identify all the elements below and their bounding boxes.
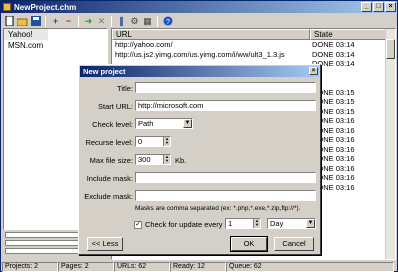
new-icon[interactable] bbox=[4, 16, 15, 27]
url-cell: http://us.js2.yimg.com/us.yimg.com/i/ww/… bbox=[115, 49, 285, 59]
title-label: Title: bbox=[117, 84, 133, 93]
close-button[interactable]: × bbox=[385, 2, 396, 12]
project-item[interactable]: MSN.com bbox=[4, 40, 107, 51]
run-icon[interactable]: ➜ bbox=[83, 16, 94, 27]
settings-icon[interactable]: ⚙ bbox=[129, 16, 140, 27]
state-cell: DONE 03:15 bbox=[312, 97, 355, 106]
state-cell: DONE 03:16 bbox=[312, 144, 355, 154]
state-cell: DONE 03:15 bbox=[312, 87, 355, 97]
state-cell: DONE 03:14 bbox=[312, 49, 355, 59]
ok-button[interactable]: OK bbox=[230, 236, 268, 252]
maximize-button[interactable]: □ bbox=[373, 2, 384, 12]
state-cell: DONE 03:14 bbox=[312, 59, 355, 68]
pause-icon[interactable]: ∥ bbox=[116, 16, 127, 27]
check-update-unit-select[interactable]: Day ▼ bbox=[267, 218, 316, 229]
state-cell: DONE 03:15 bbox=[312, 106, 355, 116]
state-cell: DONE 03:16 bbox=[312, 125, 355, 135]
check-update-stepper[interactable]: 1 ▲ ▼ bbox=[225, 218, 261, 229]
url-cell: http://yahoo.com/ bbox=[115, 40, 173, 49]
state-cell: DONE 03:16 bbox=[312, 182, 355, 192]
recurse-level-label: Recurse level: bbox=[85, 138, 133, 147]
less-button[interactable]: << Less bbox=[87, 237, 123, 251]
table-row[interactable]: http://us.js2.yimg.com/us.yimg.com/i/ww/… bbox=[112, 50, 395, 60]
chevron-down-icon[interactable]: ▼ bbox=[183, 119, 192, 128]
check-update-checkbox[interactable]: ✓ bbox=[134, 221, 142, 229]
check-update-unit: Day bbox=[270, 219, 284, 228]
spin-arrows-icon[interactable]: ▲ ▼ bbox=[163, 155, 170, 164]
remove-icon[interactable]: − bbox=[63, 16, 74, 27]
include-mask-label: Include mask: bbox=[86, 174, 133, 183]
cancel-button[interactable]: Cancel bbox=[274, 237, 314, 251]
app-icon bbox=[3, 3, 11, 11]
state-cell: DONE 03:14 bbox=[312, 40, 355, 49]
recurse-level-stepper[interactable]: 0 ▲ ▼ bbox=[135, 136, 171, 147]
title-input[interactable] bbox=[135, 82, 316, 93]
status-pages: Pages: 2 bbox=[58, 262, 114, 272]
state-cell: DONE 03:16 bbox=[312, 163, 355, 173]
include-mask-input[interactable] bbox=[135, 172, 316, 183]
max-file-size-label: Max file size: bbox=[89, 156, 133, 165]
svg-text:?: ? bbox=[166, 19, 170, 26]
check-level-value: Path bbox=[138, 119, 154, 128]
project-item[interactable]: Yahoo! bbox=[4, 29, 48, 40]
scroll-thumb[interactable] bbox=[386, 39, 395, 59]
status-ready: Ready: 12 bbox=[170, 262, 226, 272]
start-url-label: Start URL: bbox=[97, 102, 133, 111]
minimize-button[interactable]: _ bbox=[361, 2, 372, 12]
save-icon[interactable] bbox=[30, 16, 41, 27]
table-row[interactable]: http://yahoo.com/DONE 03:14 bbox=[112, 40, 395, 50]
dialog-title: New project bbox=[80, 66, 319, 77]
toolbar: + − ➜ ✕ ∥ ⚙ ▦ ? bbox=[2, 14, 396, 28]
stop-icon[interactable]: ✕ bbox=[96, 16, 107, 27]
check-update-num: 1 bbox=[228, 219, 233, 228]
title-bar: NewProject.chm _ □ × bbox=[1, 1, 397, 13]
check-update-label: Check for update every bbox=[145, 220, 223, 229]
column-header-state[interactable]: State bbox=[310, 29, 386, 40]
check-level-select[interactable]: Path ▼ bbox=[135, 118, 193, 129]
state-cell bbox=[310, 69, 388, 79]
exclude-mask-input[interactable] bbox=[135, 190, 316, 201]
max-file-size-stepper[interactable]: 300 ▲ ▼ bbox=[135, 154, 171, 165]
max-file-size-value: 300 bbox=[138, 155, 151, 164]
mask-note: Masks are comma separated (ex: *.php,*.e… bbox=[135, 205, 301, 212]
state-cell: DONE 03:16 bbox=[312, 154, 355, 163]
open-icon[interactable] bbox=[17, 16, 28, 27]
status-urls: URLs: 62 bbox=[114, 262, 170, 272]
add-icon[interactable]: + bbox=[50, 16, 61, 27]
state-cell: DONE 03:16 bbox=[312, 173, 355, 182]
spin-arrows-icon[interactable]: ▲ ▼ bbox=[163, 137, 170, 146]
state-cell bbox=[310, 78, 388, 88]
state-cell: DONE 03:16 bbox=[312, 135, 355, 144]
state-cell: DONE 03:16 bbox=[312, 116, 355, 125]
dialog-close-button[interactable]: × bbox=[309, 67, 318, 75]
status-bar: Projects: 2 Pages: 2 URLs: 62 Ready: 12 … bbox=[2, 262, 396, 272]
spin-arrows-icon[interactable]: ▲ ▼ bbox=[253, 219, 260, 228]
start-url-input[interactable]: http://microsoft.com bbox=[135, 100, 316, 111]
vertical-scrollbar[interactable] bbox=[385, 29, 395, 259]
list-header: URL State bbox=[112, 29, 395, 40]
window-title: NewProject.chm bbox=[14, 2, 77, 12]
help-icon[interactable]: ? bbox=[162, 16, 173, 27]
column-header-url[interactable]: URL bbox=[112, 29, 310, 40]
check-level-label: Check level: bbox=[92, 120, 133, 129]
status-queue: Queue: 62 bbox=[226, 262, 394, 272]
exclude-mask-label: Exclude mask: bbox=[84, 192, 133, 201]
filter-icon[interactable]: ▦ bbox=[142, 16, 153, 27]
chevron-down-icon[interactable]: ▼ bbox=[306, 219, 315, 228]
recurse-level-value: 0 bbox=[138, 137, 143, 146]
max-file-size-unit: Kb. bbox=[175, 156, 187, 165]
status-projects: Projects: 2 bbox=[2, 262, 58, 272]
new-project-dialog: New project × Title: Start URL: http://m… bbox=[78, 64, 321, 255]
